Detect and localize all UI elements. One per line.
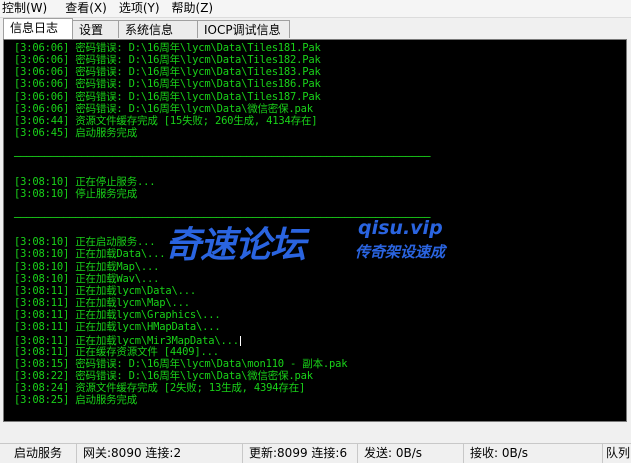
log-line: [3:06:06] 密码错误: D:\16周年\lycm\Data\微信密保.p… xyxy=(14,102,313,115)
log-line: [3:08:25] 启动服务完成 xyxy=(14,394,138,407)
status-gateway: 网关:8090 连接:2 xyxy=(76,444,242,463)
log-separator: ────────────────────────────────────────… xyxy=(14,151,431,164)
log-line: [3:06:06] 密码错误: D:\16周年\lycm\Data\Tiles1… xyxy=(14,78,321,91)
status-send: 发送: 0B/s xyxy=(357,444,463,463)
tab-iocp-debug[interactable]: IOCP调试信息 xyxy=(197,20,290,38)
log-line: [3:08:22] 密码错误: D:\16周年\lycm\Data\微信密保.p… xyxy=(14,369,313,382)
log-line: [3:08:10] 正在加载Wav\... xyxy=(14,272,160,285)
log-line: [3:06:06] 密码错误: D:\16周年\lycm\Data\Tiles1… xyxy=(14,90,321,103)
menu-control[interactable]: 控制(W) xyxy=(0,0,55,17)
log-line: [3:08:11] 正在加载lycm\Map\... xyxy=(14,296,190,309)
tab-info-log[interactable]: 信息日志 xyxy=(3,18,73,39)
status-update: 更新:8099 连接:6 xyxy=(242,444,357,463)
log-line: [3:06:06] 密码错误: D:\16周年\lycm\Data\Tiles1… xyxy=(14,42,321,54)
log-line: [3:08:11] 正在加载lycm\HMapData\... xyxy=(14,321,221,334)
menu-view[interactable]: 查看(X) xyxy=(55,0,115,17)
log-line: [3:06:45] 启动服务完成 xyxy=(14,126,138,139)
status-queue: 队列: 0 xyxy=(602,444,631,463)
log-line-with-cursor: [3:08:11] 正在加载lycm\Mir3MapData\... xyxy=(14,333,626,347)
site-watermark: 奇速论坛 qisu.vip 传奇架设速成 xyxy=(165,214,465,270)
log-line: [3:06:44] 资源文件缓存完成 [15失败; 260生成, 4134存在] xyxy=(14,114,318,127)
menu-help[interactable]: 帮助(Z) xyxy=(168,0,222,17)
watermark-title: 奇速论坛 xyxy=(165,225,306,266)
log-line: [3:08:11] 正在缓存资源文件 [4409]... xyxy=(14,345,219,358)
menu-options[interactable]: 选项(Y) xyxy=(115,0,168,17)
tab-settings[interactable]: 设置 xyxy=(72,20,119,38)
watermark-subtitle: 传奇架设速成 xyxy=(355,243,446,261)
log-line: [3:08:10] 停止服务完成 xyxy=(14,187,138,200)
log-line: [3:06:06] 密码错误: D:\16周年\lycm\Data\Tiles1… xyxy=(14,66,321,79)
log-line: [3:08:10] 正在停止服务... xyxy=(14,175,156,188)
text-cursor xyxy=(239,335,241,346)
log-line: [3:06:06] 密码错误: D:\16周年\lycm\Data\Tiles1… xyxy=(14,54,321,67)
log-line: [3:08:11] 正在加载lycm\Data\... xyxy=(14,284,196,297)
status-service: 启动服务 xyxy=(14,446,63,460)
log-line: [3:08:24] 资源文件缓存完成 [2失败; 13生成, 4394存在] xyxy=(14,381,306,394)
status-bar: 启动服务 网关:8090 连接:2 更新:8099 连接:6 发送: 0B/s … xyxy=(0,443,631,463)
log-line: [3:08:11] 正在加载lycm\Graphics\... xyxy=(14,309,221,322)
menu-bar: 控制(W) 查看(X) 选项(Y) 帮助(Z) xyxy=(0,0,631,18)
tab-system-info[interactable]: 系统信息 xyxy=(118,20,198,38)
watermark-url: qisu.vip xyxy=(358,217,443,239)
tab-bar: 信息日志 设置 系统信息 IOCP调试信息 xyxy=(0,18,631,39)
status-receive: 接收: 0B/s xyxy=(463,444,602,463)
log-line: [3:08:15] 密码错误: D:\16周年\lycm\Data\mon110… xyxy=(14,357,348,370)
